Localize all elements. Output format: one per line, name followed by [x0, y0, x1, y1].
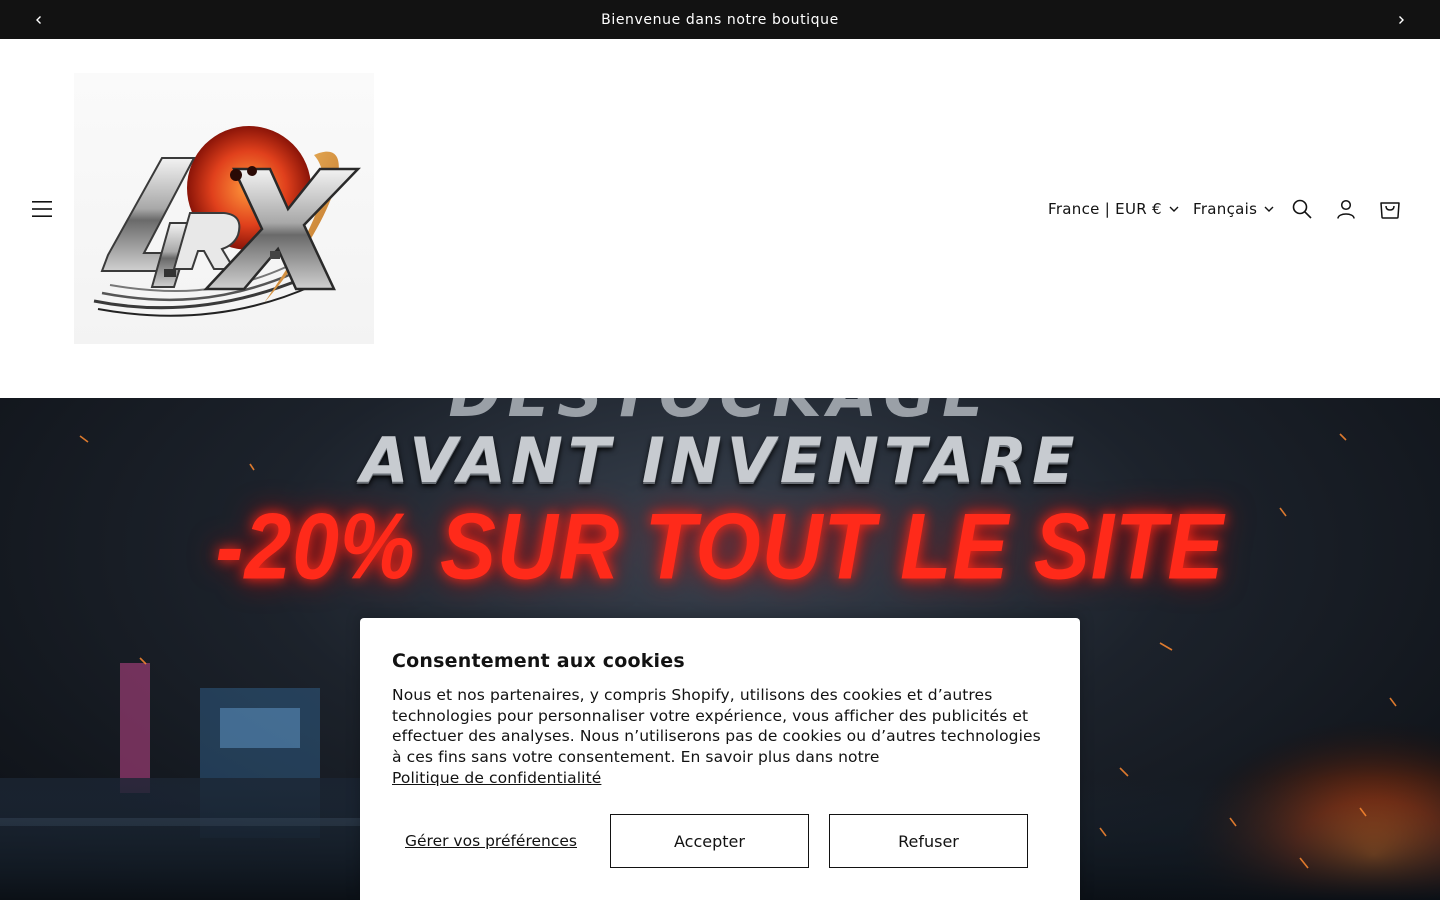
- cookie-title: Consentement aux cookies: [392, 650, 685, 672]
- language-selector[interactable]: Français: [1193, 200, 1274, 218]
- accept-cookies-button[interactable]: Accepter: [610, 814, 809, 868]
- account-button[interactable]: [1331, 194, 1361, 224]
- chevron-down-icon: [1169, 206, 1179, 212]
- account-icon: [1337, 199, 1355, 219]
- logo-4rx-image: [93, 126, 361, 317]
- cookie-description: Nous et nos partenaires, y compris Shopi…: [392, 685, 1052, 789]
- refuse-cookies-button[interactable]: Refuser: [829, 814, 1028, 868]
- announcement-next-button[interactable]: [1390, 9, 1412, 31]
- hero-subtitle: AVANT INVENTARE: [360, 424, 1080, 497]
- cookie-consent-dialog: Consentement aux cookies Nous et nos par…: [360, 618, 1080, 900]
- manage-preferences-button[interactable]: Gérer vos préférences: [392, 814, 590, 868]
- cart-icon: [1380, 202, 1400, 219]
- chevron-left-icon: [36, 16, 41, 24]
- cookie-body-text: Nous et nos partenaires, y compris Shopi…: [392, 686, 1041, 767]
- language-label: Français: [1193, 200, 1258, 218]
- menu-button[interactable]: [24, 194, 60, 224]
- announcement-text: Bienvenue dans notre boutique: [601, 11, 839, 28]
- search-icon: [1292, 199, 1312, 219]
- hamburger-menu-icon: [32, 201, 52, 217]
- store-logo[interactable]: [74, 73, 374, 344]
- privacy-policy-link[interactable]: Politique de confidentialité: [392, 769, 601, 787]
- chevron-down-icon: [1264, 206, 1274, 212]
- country-currency-label: France | EUR €: [1048, 200, 1162, 218]
- site-header: France | EUR € Français: [0, 39, 1440, 398]
- search-button[interactable]: [1287, 194, 1317, 224]
- announcement-bar: Bienvenue dans notre boutique: [0, 0, 1440, 39]
- country-currency-selector[interactable]: France | EUR €: [1048, 200, 1179, 218]
- announcement-prev-button[interactable]: [28, 9, 50, 31]
- hero-headline: -20% SUR TOUT LE SITE: [215, 493, 1225, 599]
- cart-button[interactable]: [1375, 194, 1405, 224]
- chevron-right-icon: [1399, 16, 1404, 24]
